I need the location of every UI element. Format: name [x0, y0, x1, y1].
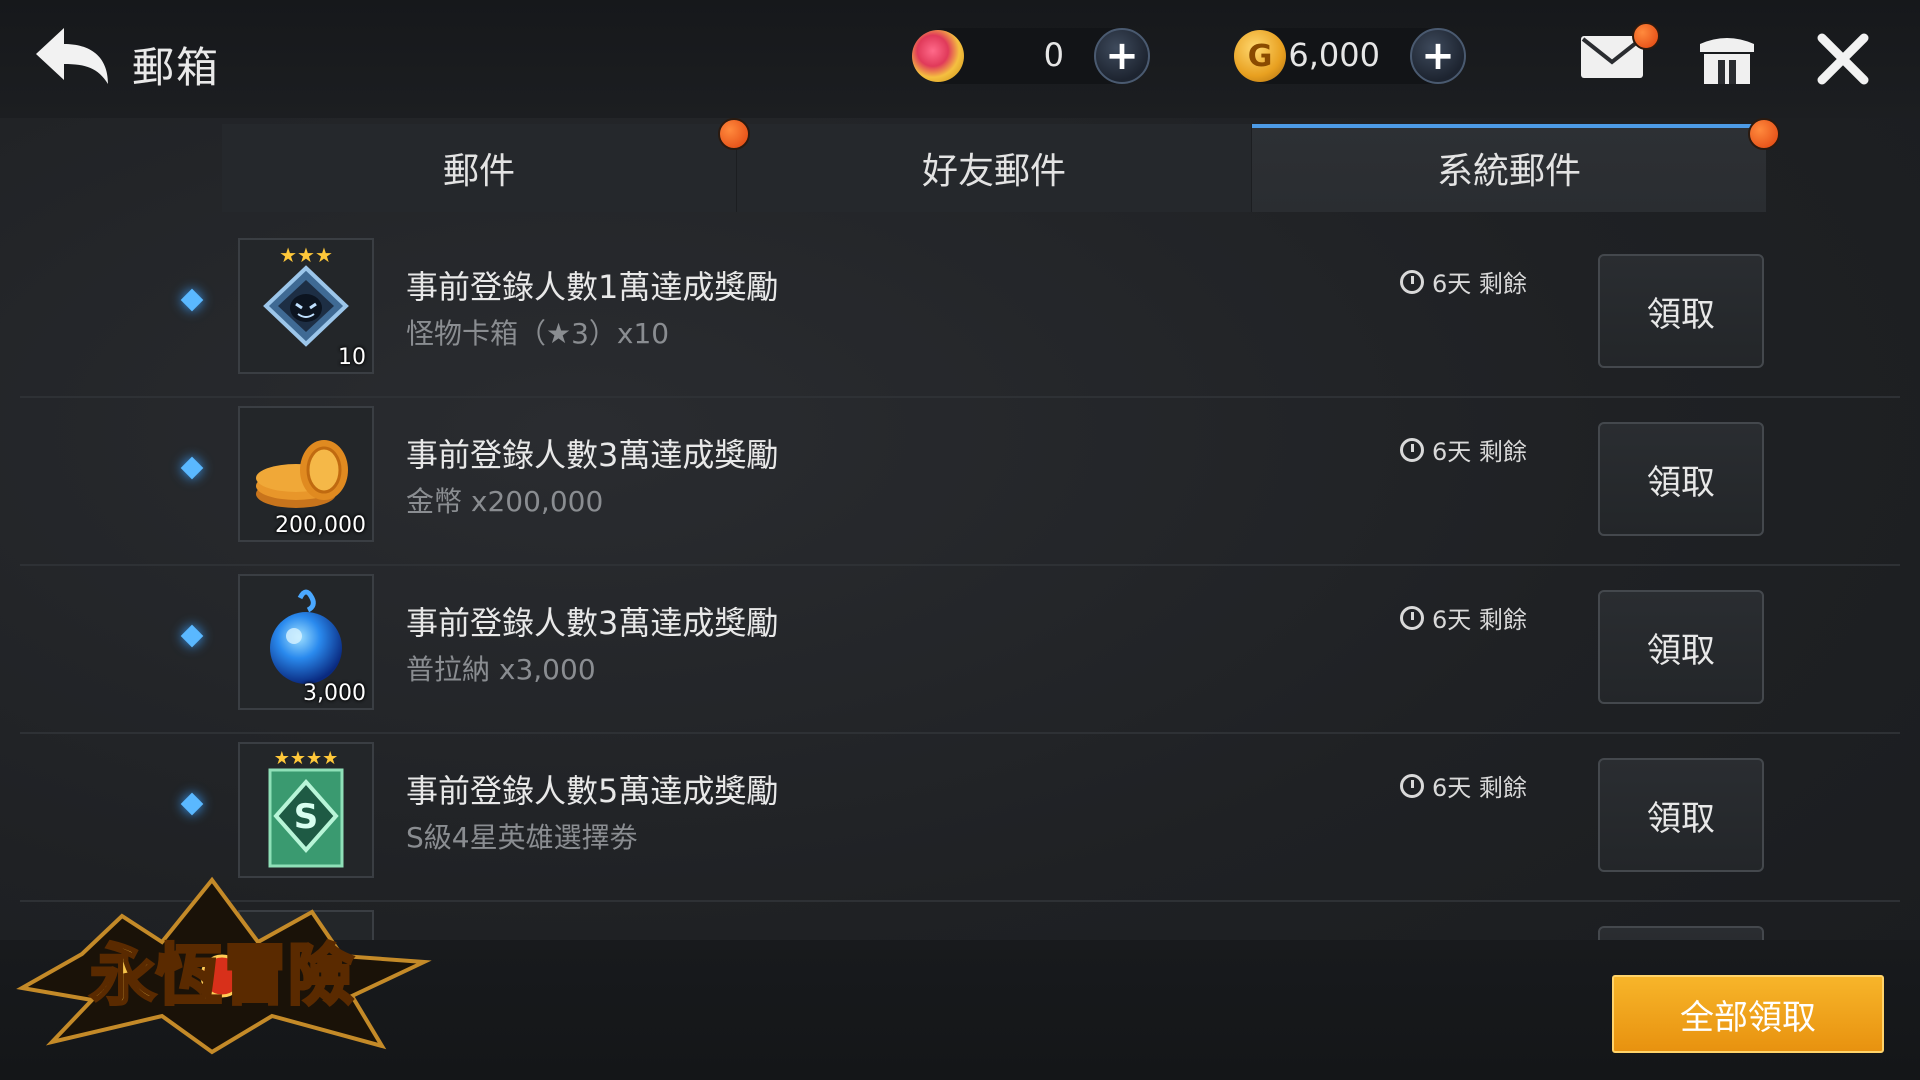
time-remaining: 6天 剩餘	[1400, 600, 1527, 635]
s-rank-hero-ticket-icon: ★★★★ S	[268, 748, 344, 868]
add-gem-button[interactable]: +	[1094, 28, 1150, 84]
page-title: 郵箱	[132, 43, 221, 92]
tab-friend-mail[interactable]: 好友郵件	[737, 124, 1252, 212]
claim-all-button[interactable]: 全部領取	[1612, 975, 1884, 1053]
clock-icon	[1400, 269, 1424, 294]
reward-quantity: 10	[338, 345, 366, 370]
reward-thumbnail: 200,000	[238, 406, 374, 542]
top-bar: 郵箱 0 + G 6,000 +	[0, 0, 1920, 118]
tab-label: 系統郵件	[1436, 151, 1581, 192]
gold-currency: G 6,000 +	[1234, 28, 1466, 84]
tab-label: 郵件	[442, 151, 515, 192]
mail-subtitle: S級4星英雄選擇劵	[406, 821, 638, 854]
mail-title: 事前登錄人數3萬達成獎勵	[406, 436, 779, 474]
svg-text:S: S	[294, 797, 319, 837]
mail-list[interactable]: ★★★ 10 事前登錄人數1萬達成獎勵 怪物卡箱（★3）x10 6天 剩餘 領取	[0, 228, 1920, 940]
shop-button[interactable]	[1696, 30, 1758, 86]
mail-tabs: 郵件 好友郵件 系統郵件	[222, 118, 1780, 212]
svg-text:★★★★: ★★★★	[274, 748, 339, 769]
tab-label: 好友郵件	[921, 151, 1066, 192]
mailbox-screen: 郵箱 0 + G 6,000 + 郵件 好友郵件 系統郵件 ★★★ 10 事前登…	[0, 0, 1920, 1080]
game-logo-text: 永恆冒險	[90, 937, 354, 1014]
mail-notification-badge	[1632, 22, 1660, 50]
clock-icon	[1400, 437, 1424, 462]
time-remaining: 6天 剩餘	[1400, 264, 1527, 299]
time-remaining-text: 6天 剩餘	[1432, 606, 1527, 634]
back-button[interactable]	[30, 22, 114, 94]
gold-amount: 6,000	[1288, 36, 1380, 74]
bullet-icon	[180, 456, 204, 480]
reward-thumbnail: 3,000	[238, 574, 374, 710]
shop-icon	[1700, 38, 1754, 84]
mail-title: 事前登錄人數3萬達成獎勵	[406, 604, 779, 642]
time-remaining-text: 6天 剩餘	[1432, 774, 1527, 802]
mail-row: ★★★ 10 事前登錄人數1萬達成獎勵 怪物卡箱（★3）x10 6天 剩餘 領取	[20, 228, 1900, 398]
mail-subtitle: 普拉納 x3,000	[406, 653, 596, 686]
bullet-icon	[180, 288, 204, 312]
reward-quantity: 200,000	[275, 513, 366, 538]
reward-thumbnail: ★★★ 10	[238, 238, 374, 374]
gem-amount: 0	[1043, 36, 1064, 74]
claim-button[interactable]: 領取	[1598, 590, 1764, 704]
time-remaining-text: 6天 剩餘	[1432, 438, 1527, 466]
gold-coin-icon: G	[1234, 30, 1286, 82]
clock-icon	[1400, 605, 1424, 630]
mail-row: 200,000 事前登錄人數3萬達成獎勵 金幣 x200,000 6天 剩餘 領…	[20, 396, 1900, 566]
gem-currency: 0 +	[912, 28, 1150, 84]
tab-system-mail[interactable]: 系統郵件	[1252, 118, 1780, 212]
clock-icon	[1400, 773, 1424, 798]
mail-title: 事前登錄人數5萬達成獎勵	[406, 772, 779, 810]
mail-subtitle: 金幣 x200,000	[406, 485, 604, 518]
mail-button[interactable]	[1580, 22, 1660, 80]
tab-mail[interactable]: 郵件	[222, 118, 750, 212]
claim-button[interactable]	[1598, 926, 1764, 940]
mail-subtitle: 怪物卡箱（★3）x10	[406, 317, 670, 350]
game-logo-emblem: 永恆冒險	[16, 876, 432, 1055]
reward-thumbnail: ★★★★ S	[238, 742, 374, 878]
back-arrow-icon	[36, 28, 108, 84]
time-remaining: 6天 剩餘	[1400, 768, 1527, 803]
bullet-icon	[180, 624, 204, 648]
gem-icon	[912, 30, 964, 82]
bullet-icon	[180, 792, 204, 816]
tab-system-mail-badge	[1748, 118, 1780, 150]
time-remaining: 6天 剩餘	[1400, 432, 1527, 467]
reward-quantity: 3,000	[303, 681, 366, 706]
claim-button[interactable]: 領取	[1598, 254, 1764, 368]
add-gold-button[interactable]: +	[1410, 28, 1466, 84]
time-remaining-text: 6天 剩餘	[1432, 270, 1527, 298]
svg-text:★★★: ★★★	[279, 243, 333, 267]
claim-button[interactable]: 領取	[1598, 758, 1764, 872]
close-button[interactable]	[1816, 32, 1870, 86]
close-icon	[1817, 33, 1869, 85]
mail-title: 事前登錄人數1萬達成獎勵	[406, 268, 779, 306]
claim-button[interactable]: 領取	[1598, 422, 1764, 536]
mail-row: 3,000 事前登錄人數3萬達成獎勵 普拉納 x3,000 6天 剩餘 領取	[20, 564, 1900, 734]
game-logo: 永恆冒險	[12, 876, 432, 1056]
